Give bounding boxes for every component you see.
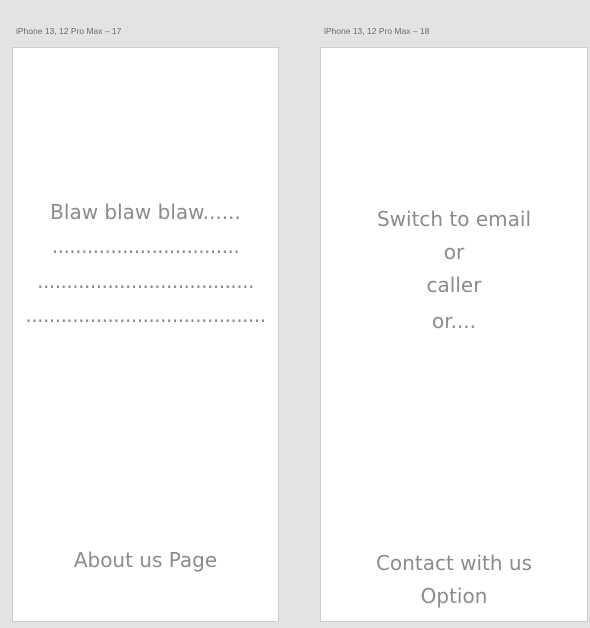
switch-email-text: Switch to email — [376, 207, 532, 231]
dotted-line-2: ..................................... — [37, 273, 254, 289]
dotted-line-1: ................................ — [51, 238, 240, 254]
artboard-label-17[interactable]: iPhone 13, 12 Pro Max – 17 — [16, 26, 121, 36]
artboard-about-us[interactable]: Blaw blaw blaw...... ...................… — [12, 47, 279, 622]
caller-text: caller — [426, 273, 482, 297]
about-us-title: About us Page — [73, 548, 218, 572]
contact-title-line-1: Contact with us — [375, 551, 533, 575]
dotted-line-3: ........................................… — [25, 307, 266, 323]
artboard-contact[interactable]: Switch to email or caller or.... Contact… — [320, 47, 588, 622]
contact-title-line-2: Option — [420, 584, 488, 608]
or-text-2: or.... — [431, 309, 477, 333]
blaw-text: Blaw blaw blaw...... — [50, 200, 241, 224]
or-text-1: or — [443, 240, 465, 264]
artboard-label-18[interactable]: iPhone 13, 12 Pro Max – 18 — [324, 26, 429, 36]
